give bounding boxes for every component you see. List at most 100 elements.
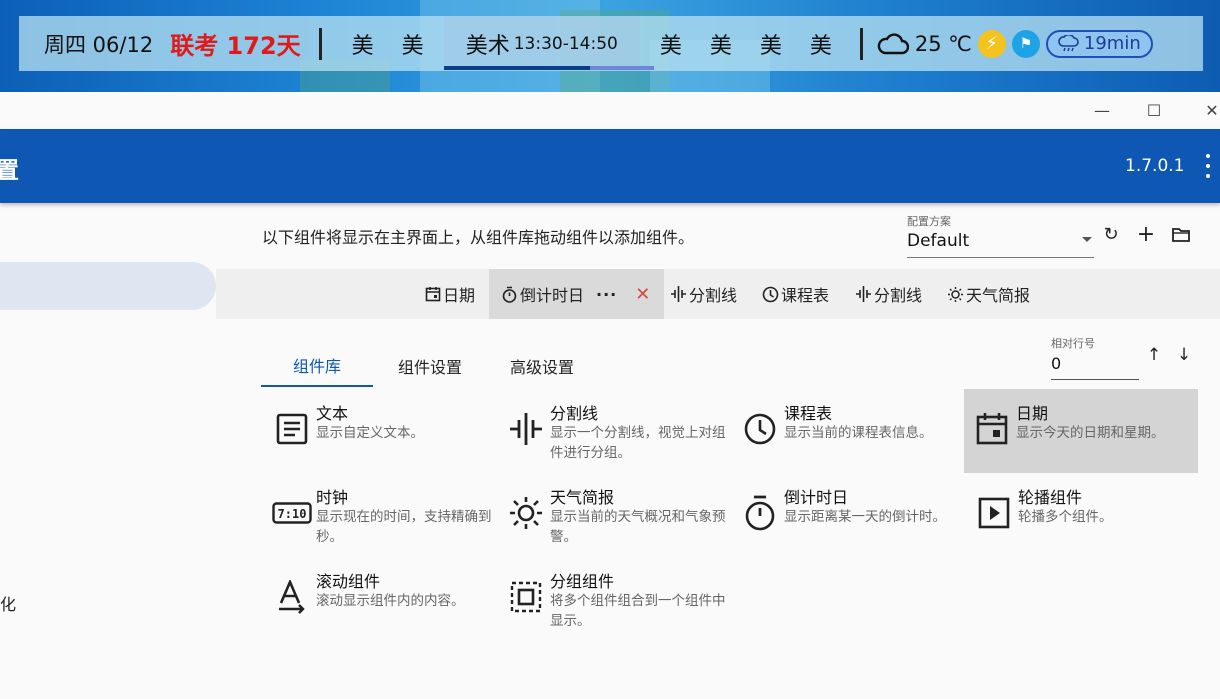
version-label: 1.7.0.1 (1125, 156, 1185, 176)
placed-component[interactable]: 分割线 (855, 269, 922, 319)
sidebar-item-selected[interactable] (0, 262, 216, 310)
temperature-label: 25 ℃ (914, 31, 972, 56)
relative-row-field[interactable]: 相对行号 0 (1051, 335, 1139, 380)
clock-icon (740, 409, 780, 449)
tab-component-library[interactable]: 组件库 (261, 345, 373, 387)
scheme-select[interactable]: 配置方案 Default (907, 213, 1094, 258)
more-options-button[interactable]: ··· (596, 285, 617, 304)
library-item[interactable]: 滚动组件 滚动显示组件内的内容。 (264, 557, 498, 641)
add-button[interactable]: + (1134, 222, 1158, 247)
library-item-title: 文本 (316, 404, 349, 423)
placed-component[interactable]: 课程表 (762, 269, 829, 319)
library-item-highlighted[interactable]: 日期 显示今天的日期和星期。 (964, 389, 1198, 473)
refresh-button[interactable]: ↻ (1099, 222, 1123, 246)
library-item-title: 分组组件 (550, 572, 615, 591)
library-item-title: 滚动组件 (316, 572, 381, 591)
weather-info: 25 ℃ (877, 31, 972, 57)
cloud-icon (877, 32, 909, 54)
library-item-title: 倒计时日 (784, 488, 849, 507)
window-titlebar: — ☐ ✕ (0, 92, 1220, 129)
current-class: 美术 13:30-14:50 (443, 16, 654, 71)
relative-row-value: 0 (1051, 354, 1062, 373)
play-box-icon (974, 493, 1014, 533)
library-item[interactable]: 课程表 显示当前的课程表信息。 (732, 389, 966, 473)
placed-component-label: 倒计时日 (520, 286, 585, 305)
library-item[interactable]: 倒计时日 显示距离某一天的倒计时。 (732, 473, 966, 557)
library-item[interactable]: 分组组件 将多个组件组合到一个组件中显示。 (498, 557, 732, 641)
bolt-icon: ⚡ (977, 29, 1006, 58)
library-item[interactable]: 轮播组件 轮播多个组件。 (966, 473, 1200, 557)
library-item-title: 时钟 (316, 488, 349, 507)
svg-text:7:10: 7:10 (278, 507, 307, 521)
open-folder-button[interactable] (1169, 222, 1193, 246)
library-item[interactable]: 天气简报 显示当前的天气概况和气象预警。 (498, 473, 732, 557)
placed-component[interactable]: 天气简报 (947, 269, 1030, 319)
move-up-button[interactable]: ↑ (1143, 344, 1165, 366)
sun-icon (948, 286, 963, 302)
separator-icon (856, 286, 871, 302)
library-item[interactable]: 分割线 显示一个分割线，视觉上对组件进行分组。 (498, 389, 732, 473)
placed-component-selected[interactable]: 倒计时日 ··· ✕ (489, 269, 665, 319)
class-item: 美 (659, 33, 682, 59)
sun-icon (506, 493, 546, 533)
class-item: 美 (401, 33, 424, 59)
library-item-title: 分割线 (550, 404, 599, 423)
library-item-desc: 显示今天的日期和星期。 (1016, 425, 1165, 441)
folder-icon (1172, 227, 1190, 242)
maximize-button[interactable]: ☐ (1131, 92, 1177, 129)
progress-bar (443, 66, 590, 70)
current-class-time: 13:30-14:50 (513, 33, 618, 54)
library-item-title: 轮播组件 (1018, 488, 1083, 507)
text-arrow-icon (272, 577, 312, 617)
intro-text: 以下组件将显示在主界面上，从组件库拖动组件以添加组件。 (262, 228, 695, 247)
library-item[interactable]: 7:10 时钟 显示现在的时间，支持精确到秒。 (264, 473, 498, 557)
class-item: 美 (809, 33, 832, 59)
library-item-desc: 将多个组件组合到一个组件中显示。 (550, 593, 726, 629)
remove-button[interactable]: ✕ (635, 284, 650, 305)
countdown-label: 联考 172天 (170, 32, 301, 60)
stopwatch-icon (740, 493, 780, 533)
placed-component-label: 分割线 (689, 286, 738, 305)
rain-time: 19min (1083, 33, 1141, 54)
flag-icon: ⚑ (1011, 29, 1040, 58)
app-bar: 置 1.7.0.1 (0, 129, 1220, 203)
class-item: 美 (351, 33, 374, 59)
text-icon (272, 409, 312, 449)
placed-component-label: 分割线 (874, 286, 923, 305)
library-item-desc: 滚动显示组件内的内容。 (316, 593, 465, 609)
library-item-desc: 显示距离某一天的倒计时。 (784, 509, 946, 525)
placed-component-label: 课程表 (781, 286, 830, 305)
library-item-desc: 显示自定义文本。 (316, 425, 424, 441)
tab-advanced-settings[interactable]: 高级设置 (492, 345, 592, 387)
library-item[interactable]: 文本 显示自定义文本。 (264, 389, 498, 473)
more-menu-icon[interactable] (1198, 151, 1218, 181)
library-item-desc: 显示现在的时间，支持精确到秒。 (316, 509, 492, 545)
group-icon (506, 577, 546, 617)
calendar-icon (425, 287, 441, 302)
date-label: 周四 06/12 (44, 32, 154, 57)
class-item: 美 (759, 33, 782, 59)
progress-remaining (589, 66, 654, 70)
clock-icon (762, 286, 779, 302)
placed-component[interactable]: 分割线 (670, 269, 737, 319)
placed-component[interactable]: 日期 (425, 269, 475, 319)
minimize-button[interactable]: — (1079, 92, 1125, 129)
placed-component-label: 天气简报 (966, 286, 1031, 305)
class-item: 美 (709, 33, 732, 59)
page-title: 置 (0, 158, 19, 184)
scheme-label: 配置方案 (907, 215, 951, 228)
library-item-desc: 显示当前的天气概况和气象预警。 (550, 509, 726, 545)
tab-component-settings[interactable]: 组件设置 (380, 345, 480, 387)
library-item-title: 天气简报 (550, 488, 615, 507)
library-item-desc: 显示一个分割线，视觉上对组件进行分组。 (550, 425, 726, 461)
separator-icon (506, 409, 546, 449)
sidebar-item-label[interactable]: 化 (0, 591, 16, 615)
library-item-title: 日期 (1016, 404, 1049, 423)
move-down-button[interactable]: ↓ (1173, 344, 1195, 366)
digital-clock-icon: 7:10 (272, 493, 312, 533)
library-item-desc: 轮播多个组件。 (1018, 509, 1113, 525)
relative-row-label: 相对行号 (1051, 337, 1095, 350)
close-button[interactable]: ✕ (1189, 92, 1220, 129)
current-class-name: 美术 (465, 33, 510, 59)
rain-cloud-icon (1058, 34, 1079, 51)
